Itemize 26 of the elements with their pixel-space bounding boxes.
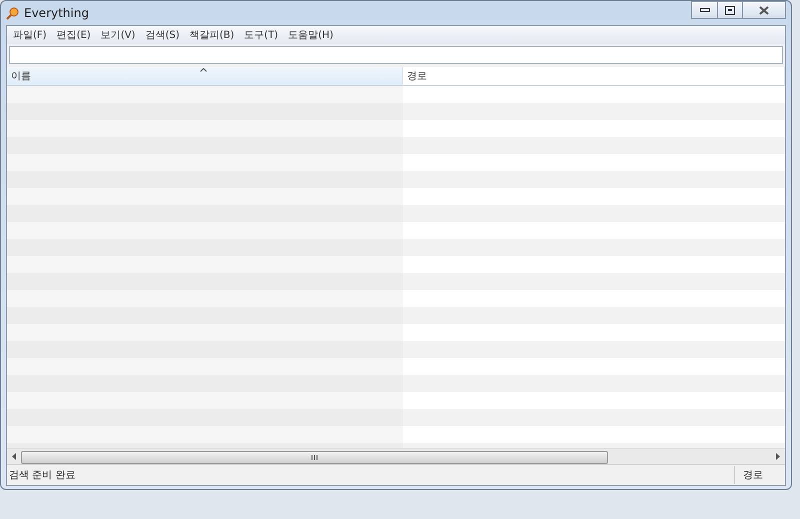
status-column-label: 경로	[734, 466, 785, 484]
menu-item[interactable]: 책갈피(B)	[186, 27, 238, 43]
minimize-icon	[700, 8, 710, 12]
grip-icon	[311, 455, 318, 460]
restore-button[interactable]	[717, 1, 743, 19]
menu-item[interactable]: 파일(F)	[9, 27, 51, 43]
column-header[interactable]: 이름	[7, 67, 403, 86]
left-arrow-icon	[12, 453, 16, 460]
menu-item[interactable]: 도구(T)	[240, 27, 282, 43]
close-button[interactable]	[742, 1, 786, 19]
minimize-button[interactable]	[691, 1, 718, 19]
close-icon	[759, 6, 769, 14]
column-header[interactable]: 경로	[403, 67, 785, 86]
status-text: 검색 준비 완료	[8, 469, 76, 482]
restore-icon	[725, 6, 735, 14]
horizontal-scrollbar[interactable]	[7, 448, 785, 464]
menu-item[interactable]: 도움말(H)	[284, 27, 338, 43]
menu-item[interactable]: 편집(E)	[52, 27, 95, 43]
menu-item[interactable]: 보기(V)	[96, 27, 140, 43]
window-title: Everything	[24, 6, 89, 20]
menu-item[interactable]: 검색(S)	[141, 27, 184, 43]
magnifier-icon	[6, 6, 20, 20]
right-arrow-icon	[776, 453, 780, 460]
search-field[interactable]	[9, 46, 783, 64]
scroll-thumb[interactable]	[21, 451, 608, 464]
sort-caret-icon	[200, 68, 207, 72]
